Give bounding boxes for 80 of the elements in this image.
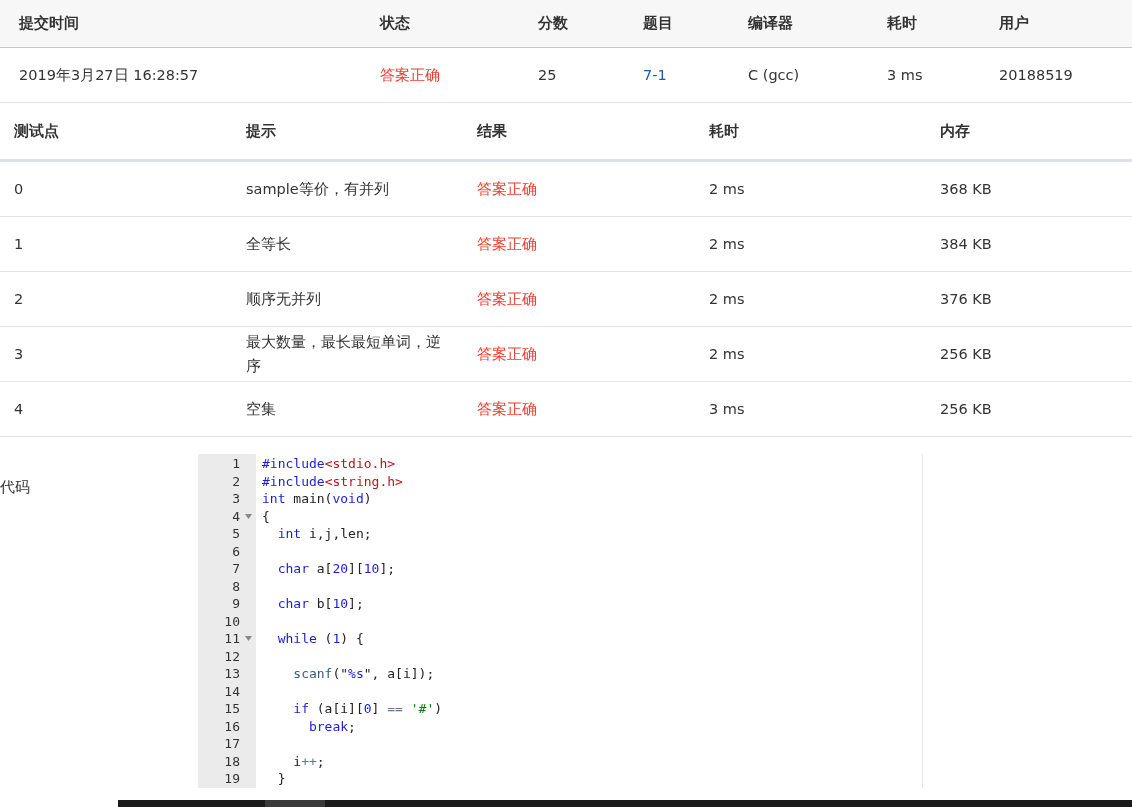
column-header: 提示: [245, 121, 277, 141]
column-header: 内存: [939, 121, 971, 141]
table-cell-text: 2: [13, 291, 25, 307]
line-number: 17: [224, 736, 240, 752]
table-cell-text: 2 ms: [708, 291, 746, 307]
table-cell-text: 0: [13, 181, 25, 197]
table-cell-text: 最大数量，最长最短单词，逆序: [245, 333, 442, 376]
table-cell-text: 376 KB: [939, 291, 993, 307]
problem-link[interactable]: 7-1: [624, 67, 729, 83]
table-cell-text: 2019年3月27日 16:28:57: [18, 65, 200, 85]
code-line: #include<stdio.h>: [262, 456, 396, 472]
fold-icon[interactable]: [245, 513, 252, 519]
line-number: 14: [224, 683, 240, 699]
table-cell-text: 256 KB: [939, 346, 993, 362]
table-cell-text: 4: [13, 401, 25, 417]
table-cell-text: 1: [13, 236, 25, 252]
table-cell-text: 3 ms: [886, 67, 924, 83]
line-number: 19: [224, 771, 240, 787]
code-line: scanf("%s", a[i]);: [292, 666, 435, 682]
table-cell-text: 2 ms: [708, 236, 746, 252]
column-header: 耗时: [886, 14, 918, 33]
code-line: char a[20][10];: [276, 561, 396, 577]
code-line: char b[10];: [276, 596, 364, 612]
column-header: 测试点: [13, 121, 60, 141]
line-number: 6: [232, 543, 240, 559]
code-line: break;: [307, 718, 356, 734]
code-line: int main(void): [262, 491, 372, 507]
code-line: }: [276, 771, 286, 787]
table-cell-text: 2 ms: [708, 346, 746, 362]
code-line: while (1) {: [276, 631, 364, 647]
line-number: 1: [232, 456, 240, 472]
status-text: 答案正确: [476, 289, 538, 309]
code-line: int i,j,len;: [276, 526, 372, 542]
column-header: 题目: [642, 14, 674, 33]
table-cell-text: 3: [13, 346, 25, 362]
table-cell-text: 空集: [245, 400, 277, 419]
column-header: 用户: [998, 14, 1030, 33]
code-line: #include<string.h>: [262, 473, 403, 489]
line-number: 11: [224, 631, 240, 647]
status-text: 答案正确: [476, 234, 538, 254]
line-number: 2: [232, 473, 240, 489]
table-cell-text: 368 KB: [939, 181, 993, 197]
line-number: 5: [232, 526, 240, 542]
table-cell-text: 顺序无并列: [245, 290, 322, 309]
line-number: 4: [232, 508, 240, 524]
table-cell-text: 3 ms: [708, 401, 746, 417]
table-cell-text: 2 ms: [708, 181, 746, 197]
status-text: 答案正确: [476, 344, 538, 364]
line-number: 12: [224, 648, 240, 664]
code-line: {: [262, 508, 270, 524]
scrollbar-thumb[interactable]: [265, 800, 325, 807]
table-cell-text: 20188519: [998, 67, 1074, 83]
status-text: 答案正确: [476, 179, 538, 199]
line-number: 9: [232, 596, 240, 612]
table-cell-text: 全等长: [245, 235, 292, 254]
line-number: 8: [232, 578, 240, 594]
column-header: 结果: [476, 121, 508, 141]
table-cell-text: 256 KB: [939, 401, 993, 417]
line-number: 16: [224, 718, 240, 734]
fold-icon[interactable]: [245, 636, 252, 641]
line-number: 15: [224, 701, 240, 717]
table-cell-text: sample等价，有并列: [245, 180, 390, 199]
line-number: 3: [232, 491, 240, 507]
line-number: 10: [224, 613, 240, 629]
table-cell-text: 384 KB: [939, 236, 993, 252]
column-header: 状态: [378, 14, 411, 33]
table-cell-text: C (gcc): [747, 67, 801, 83]
section-label: 代码: [0, 477, 31, 497]
column-header: 耗时: [708, 121, 740, 141]
status-text: 答案正确: [476, 399, 538, 419]
line-number: 13: [224, 666, 240, 682]
line-number: 18: [224, 753, 240, 769]
table-cell-text: 25: [537, 67, 558, 83]
column-header: 提交时间: [18, 14, 80, 33]
code-line: if (a[i][0] == '#'): [292, 701, 443, 717]
column-header: 分数: [537, 14, 569, 33]
line-number: 7: [232, 561, 240, 577]
status-text: 答案正确: [379, 65, 441, 85]
code-line: i++;: [292, 753, 325, 769]
column-header: 编译器: [747, 14, 794, 33]
